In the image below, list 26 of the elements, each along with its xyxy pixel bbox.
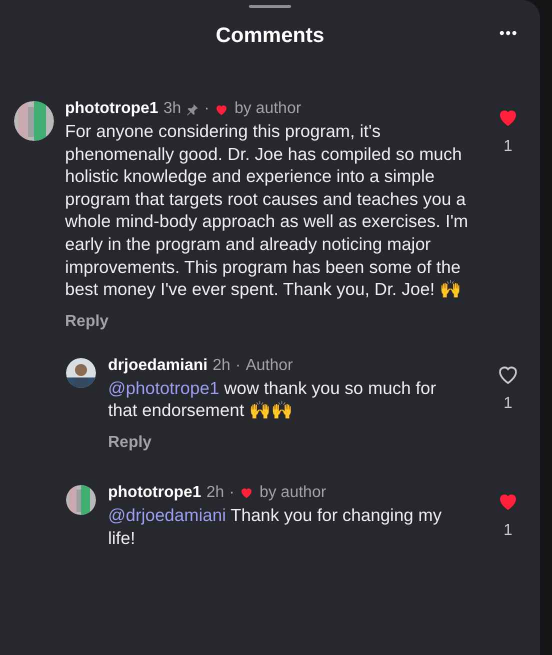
username[interactable]: phototrope1 [65, 99, 158, 119]
timestamp: 2h [206, 482, 224, 503]
avatar[interactable] [14, 101, 54, 141]
dot-separator: · [229, 482, 234, 503]
avatar[interactable] [66, 358, 96, 388]
username[interactable]: phototrope1 [108, 482, 202, 503]
like-count: 1 [504, 394, 512, 414]
author-label: Author [246, 356, 293, 376]
drag-handle[interactable] [249, 5, 291, 8]
like-count: 1 [504, 520, 512, 541]
reply-button[interactable]: Reply [108, 430, 152, 455]
username[interactable]: drjoedamiani [108, 356, 208, 376]
liked-by-author-label: by author [234, 99, 302, 119]
timestamp: 3h [163, 99, 182, 119]
comment-text: @phototrope1 wow thank you so much for that endorsement 🙌🙌 [108, 376, 438, 422]
timestamp: 2h [212, 356, 230, 376]
dot-separator: · [204, 99, 210, 119]
reply-button[interactable]: Reply [65, 310, 109, 334]
liked-by-author-label: by author [259, 482, 326, 503]
comment-text: @drjoedamiani Thank you for changing my life! [108, 504, 443, 550]
more-button[interactable]: ••• [499, 23, 518, 46]
dot-separator: · [235, 356, 241, 376]
sheet-title: Comments [216, 23, 324, 50]
like-count: 1 [504, 137, 512, 157]
comment-text: For anyone considering this program, it's phenomenally good. Dr. Joe has compiled so much holistic knowledge and experience into a simple program that targets root causes and teaches you a whole mind-body approach as well as exercises. I'm early in the program and already noticing major improvements. This program has been some of the best money I've ever spent. Thank you, Dr. Joe! 🙌 [65, 120, 470, 301]
avatar[interactable] [66, 484, 96, 515]
